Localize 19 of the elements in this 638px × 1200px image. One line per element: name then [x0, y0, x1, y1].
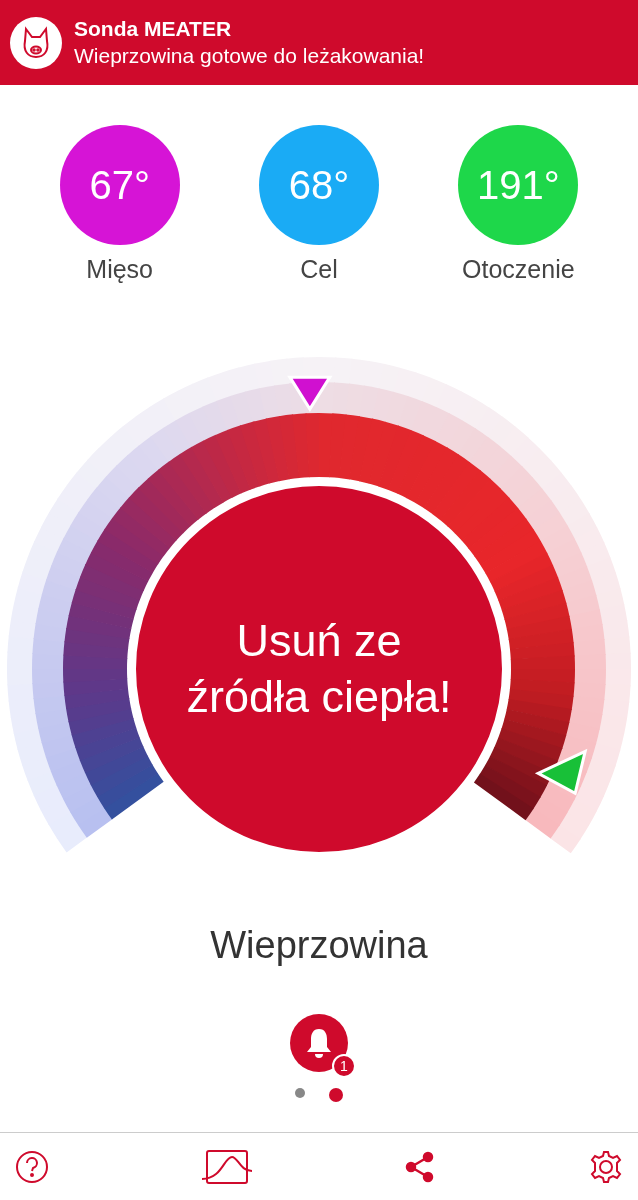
status-message: Usuń ze źródła ciepła!	[186, 613, 452, 724]
bell-icon	[304, 1026, 334, 1059]
alert-button[interactable]	[290, 1013, 348, 1072]
notification-message: Wieprzowina gotowe do leżakowania!	[74, 42, 425, 69]
meat-type-label: Wieprzowina	[210, 922, 428, 968]
temperature-value: 68°	[288, 162, 350, 209]
notification-banner[interactable]: Sonda MEATER Wieprzowina gotowe do leżakowania!	[0, 0, 638, 85]
temperature-label: Otoczenie	[462, 254, 575, 285]
settings-icon[interactable]	[588, 1148, 624, 1185]
temperature-value: 191°	[476, 162, 560, 209]
temperature-label: Cel	[300, 254, 338, 285]
notification-title: Sonda MEATER	[74, 15, 233, 42]
help-icon[interactable]	[14, 1148, 50, 1185]
alert-count-badge: 1	[332, 1053, 356, 1078]
share-icon[interactable]	[404, 1150, 436, 1183]
chart-icon[interactable]	[202, 1148, 252, 1185]
temperature-value: 67°	[89, 162, 150, 209]
temperature-label: Mięso	[86, 254, 153, 285]
pig-icon	[10, 16, 62, 69]
